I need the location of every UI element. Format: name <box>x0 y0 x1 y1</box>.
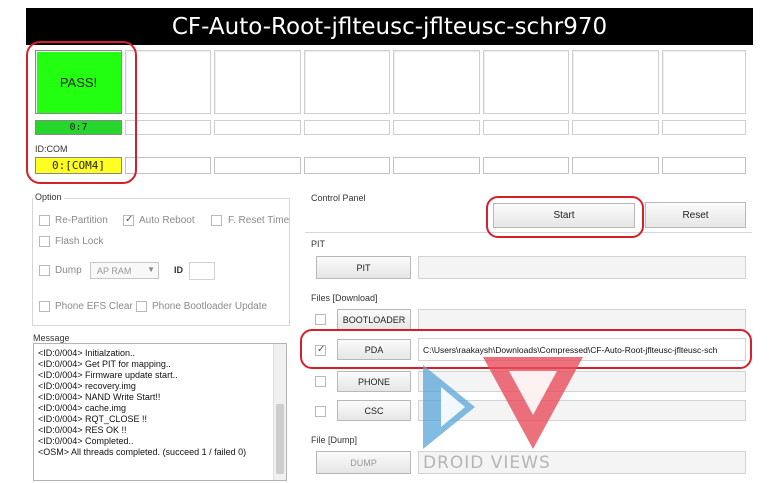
slot-progress-4 <box>304 120 390 135</box>
message-lines: <ID:0/004> Initialzation.. <ID:0/004> Ge… <box>38 348 268 458</box>
slot-port-8 <box>662 157 746 174</box>
message-line: <ID:0/004> NAND Write Start!! <box>38 392 161 402</box>
reset-button[interactable]: Reset <box>645 202 746 228</box>
window-title: CF-Auto-Root-jflteusc-jflteusc-schr970 <box>26 8 753 45</box>
f-reset-time-label: F. Reset Time <box>228 215 290 226</box>
id-input[interactable] <box>189 262 215 280</box>
id-label: ID <box>174 265 183 275</box>
dump-label: Dump <box>55 265 82 276</box>
message-line: <ID:0/004> Completed.. <box>38 436 134 446</box>
slot-status-8 <box>662 50 746 114</box>
chevron-down-icon: ▼ <box>147 265 155 274</box>
slot-status-3 <box>214 50 301 114</box>
pit-title: PIT <box>309 239 328 249</box>
phone-efs-clear-label: Phone EFS Clear <box>55 301 133 312</box>
re-partition-label: Re-Partition <box>55 215 108 226</box>
slot-port-2 <box>125 157 211 174</box>
auto-reboot-checkbox[interactable] <box>123 214 134 226</box>
bootloader-button[interactable]: BOOTLOADER <box>337 309 411 330</box>
flash-lock-label: Flash Lock <box>55 236 104 247</box>
slot-progress-2 <box>125 120 211 135</box>
slot-port-5 <box>393 157 480 174</box>
slot-status-5 <box>393 50 480 114</box>
slot-port-4 <box>304 157 390 174</box>
message-line: <ID:0/004> RES OK !! <box>38 425 127 435</box>
control-panel-title: Control Panel <box>309 193 368 203</box>
slot-status-6 <box>483 50 569 114</box>
message-line: <OSM> All threads completed. (succeed 1 … <box>38 447 247 457</box>
slot-status-7 <box>572 50 659 114</box>
bootloader-checkbox[interactable] <box>315 314 326 325</box>
dump-target-value: AP RAM <box>97 265 132 276</box>
slot-port-6 <box>483 157 569 174</box>
message-scrollbar[interactable] <box>273 344 286 480</box>
dump-checkbox[interactable] <box>39 265 50 276</box>
slot-progress-3 <box>214 120 301 135</box>
message-title: Message <box>33 333 70 343</box>
csc-button[interactable]: CSC <box>337 400 411 421</box>
option-title: Option <box>33 192 64 202</box>
slot-progress-7 <box>572 120 659 135</box>
message-line: <ID:0/004> Get PIT for mapping.. <box>38 359 171 369</box>
message-line: <ID:0/004> cache.img <box>38 403 127 413</box>
phone-button[interactable]: PHONE <box>337 371 411 392</box>
watermark-text: DROID VIEWS <box>423 453 551 473</box>
slot-port-7 <box>572 157 659 174</box>
message-line: <ID:0/004> Initialzation.. <box>38 348 136 358</box>
pit-button[interactable]: PIT <box>316 256 411 279</box>
re-partition-checkbox[interactable] <box>39 215 50 226</box>
phone-efs-clear-checkbox[interactable] <box>39 301 50 312</box>
phone-bootloader-update-label: Phone Bootloader Update <box>152 301 268 312</box>
message-line: <ID:0/004> recovery.img <box>38 381 136 391</box>
slot-port-3 <box>214 157 301 174</box>
csc-checkbox[interactable] <box>315 406 326 417</box>
files-title: Files [Download] <box>309 293 380 303</box>
dump-button[interactable]: DUMP <box>316 451 411 474</box>
slot-status-4 <box>304 50 390 114</box>
slot-progress-6 <box>483 120 569 135</box>
slot-progress-8 <box>662 120 746 135</box>
phone-bootloader-update-checkbox[interactable] <box>136 301 147 312</box>
highlight-slot-annotation <box>26 41 137 184</box>
message-line: <ID:0/004> Firmware update start.. <box>38 370 178 380</box>
file-dump-title: File [Dump] <box>309 435 360 445</box>
scrollbar-thumb[interactable] <box>276 404 284 474</box>
f-reset-time-checkbox[interactable] <box>211 215 222 226</box>
phone-checkbox[interactable] <box>315 376 326 387</box>
pit-path-field[interactable] <box>418 256 746 279</box>
auto-reboot-label: Auto Reboot <box>139 215 195 226</box>
dump-target-select[interactable]: AP RAM ▼ <box>90 262 159 279</box>
flash-lock-checkbox[interactable] <box>39 236 50 247</box>
highlight-start-annotation <box>486 196 644 238</box>
bootloader-path-field[interactable] <box>418 309 746 330</box>
message-log[interactable]: <ID:0/004> Initialzation.. <ID:0/004> Ge… <box>33 343 287 481</box>
slot-progress-5 <box>393 120 480 135</box>
slot-status-2 <box>125 50 211 114</box>
message-line: <ID:0/004> RQT_CLOSE !! <box>38 414 148 424</box>
